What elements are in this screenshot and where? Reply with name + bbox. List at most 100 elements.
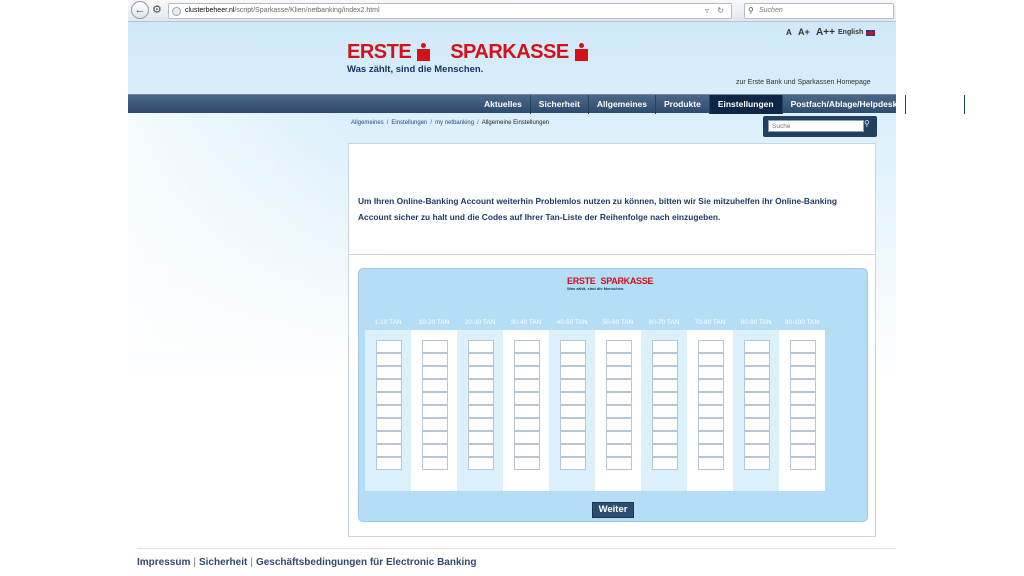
tan-input[interactable] <box>606 379 632 392</box>
tan-input[interactable] <box>698 392 724 405</box>
tan-input[interactable] <box>698 340 724 353</box>
tan-input[interactable] <box>560 353 586 366</box>
tan-input[interactable] <box>790 444 816 457</box>
tan-input[interactable] <box>468 366 494 379</box>
tan-input[interactable] <box>606 340 632 353</box>
tan-input[interactable] <box>468 379 494 392</box>
tan-input[interactable] <box>560 405 586 418</box>
tan-input[interactable] <box>422 418 448 431</box>
tan-input[interactable] <box>514 392 540 405</box>
breadcrumb-item[interactable]: Einstellungen <box>391 120 427 126</box>
nav-item-postfach-ablage-helpdesk[interactable]: Postfach/Ablage/Helpdesk <box>783 95 907 114</box>
tan-input[interactable] <box>698 405 724 418</box>
tan-input[interactable] <box>514 366 540 379</box>
tan-input[interactable] <box>514 405 540 418</box>
tan-input[interactable] <box>376 392 402 405</box>
tan-input[interactable] <box>698 379 724 392</box>
tan-input[interactable] <box>652 340 678 353</box>
reload-icon[interactable]: ▿ ↻ <box>705 4 727 18</box>
tan-input[interactable] <box>422 431 448 444</box>
language-switch[interactable]: English <box>838 29 876 36</box>
tan-input[interactable] <box>376 366 402 379</box>
tan-input[interactable] <box>606 457 632 470</box>
tan-input[interactable] <box>422 457 448 470</box>
tan-input[interactable] <box>652 418 678 431</box>
tan-input[interactable] <box>468 457 494 470</box>
tan-input[interactable] <box>468 353 494 366</box>
font-size-small[interactable]: A <box>786 28 792 37</box>
tan-input[interactable] <box>422 366 448 379</box>
tan-input[interactable] <box>376 353 402 366</box>
footer-link[interactable]: Impressum <box>137 557 190 568</box>
tan-input[interactable] <box>652 431 678 444</box>
font-size-medium[interactable]: A+ <box>798 27 810 37</box>
tan-input[interactable] <box>514 340 540 353</box>
tan-input[interactable] <box>560 418 586 431</box>
tan-input[interactable] <box>698 457 724 470</box>
tan-input[interactable] <box>376 405 402 418</box>
tan-input[interactable] <box>606 431 632 444</box>
tan-input[interactable] <box>560 340 586 353</box>
nav-item-produkte[interactable]: Produkte <box>656 95 710 114</box>
tan-input[interactable] <box>376 457 402 470</box>
tan-input[interactable] <box>698 366 724 379</box>
tan-input[interactable] <box>790 379 816 392</box>
tan-input[interactable] <box>652 405 678 418</box>
tan-input[interactable] <box>790 340 816 353</box>
tan-input[interactable] <box>422 444 448 457</box>
tan-input[interactable] <box>514 457 540 470</box>
tan-input[interactable] <box>744 431 770 444</box>
footer-link[interactable]: Sicherheit <box>199 557 247 568</box>
erste-sparkasse-logo[interactable]: ERSTE SPARKASSE Was zählt, sind die Mens… <box>347 42 588 75</box>
tan-input[interactable] <box>790 392 816 405</box>
tan-input[interactable] <box>606 405 632 418</box>
tan-input[interactable] <box>514 444 540 457</box>
tan-input[interactable] <box>422 340 448 353</box>
tan-input[interactable] <box>468 405 494 418</box>
tan-input[interactable] <box>606 444 632 457</box>
tan-input[interactable] <box>744 353 770 366</box>
back-arrow-icon[interactable]: ← <box>131 1 149 19</box>
tan-input[interactable] <box>468 444 494 457</box>
tan-input[interactable] <box>560 444 586 457</box>
tan-input[interactable] <box>744 366 770 379</box>
tan-input[interactable] <box>376 444 402 457</box>
tan-input[interactable] <box>606 353 632 366</box>
tan-input[interactable] <box>514 431 540 444</box>
tan-input[interactable] <box>514 379 540 392</box>
browser-search-field[interactable]: ⚲ Suchen <box>744 3 894 19</box>
tan-input[interactable] <box>744 340 770 353</box>
tan-input[interactable] <box>790 353 816 366</box>
tan-input[interactable] <box>606 392 632 405</box>
weiter-button[interactable]: Weiter <box>592 502 634 518</box>
tan-input[interactable] <box>652 379 678 392</box>
tan-input[interactable] <box>376 340 402 353</box>
nav-item-allgemeines[interactable]: Allgemeines <box>589 95 656 114</box>
tan-input[interactable] <box>652 366 678 379</box>
font-size-large[interactable]: A++ <box>816 27 835 38</box>
tan-input[interactable] <box>698 431 724 444</box>
tan-input[interactable] <box>422 353 448 366</box>
tan-input[interactable] <box>698 418 724 431</box>
tan-input[interactable] <box>744 405 770 418</box>
tan-input[interactable] <box>790 418 816 431</box>
tan-input[interactable] <box>514 353 540 366</box>
tan-input[interactable] <box>468 340 494 353</box>
tan-input[interactable] <box>698 353 724 366</box>
tan-input[interactable] <box>560 366 586 379</box>
search-icon[interactable]: ⚲ <box>864 119 870 128</box>
nav-item-aktuelles[interactable]: Aktuelles <box>476 95 531 114</box>
tan-input[interactable] <box>652 353 678 366</box>
tan-input[interactable] <box>652 444 678 457</box>
tan-input[interactable] <box>744 379 770 392</box>
tan-input[interactable] <box>790 405 816 418</box>
nav-item-einstellungen[interactable]: Einstellungen <box>709 95 783 114</box>
tan-input[interactable] <box>468 392 494 405</box>
tan-input[interactable] <box>560 392 586 405</box>
address-bar[interactable]: clusterbeheer.nl/script/Sparkasse/Klien/… <box>168 3 732 19</box>
wrench-icon[interactable]: ⚙ <box>152 4 164 16</box>
tan-input[interactable] <box>376 431 402 444</box>
tan-input[interactable] <box>790 366 816 379</box>
tan-input[interactable] <box>744 457 770 470</box>
tan-input[interactable] <box>744 418 770 431</box>
